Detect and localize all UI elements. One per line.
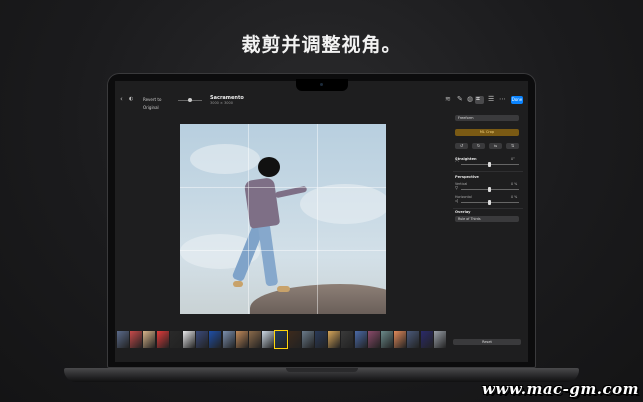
shoe [233,281,243,287]
divider [453,208,523,209]
vertical-value: 0 % [511,182,518,186]
photo-canvas[interactable] [180,124,386,314]
rotate-left-icon[interactable]: ↺ [455,143,468,149]
cloud [190,144,260,174]
shoe [277,286,290,292]
rock [250,284,386,314]
filmstrip-thumbnail[interactable] [274,330,289,349]
filmstrip [117,330,449,349]
chevron-left-icon[interactable]: ‹ [120,96,123,103]
filmstrip-thumbnail[interactable] [156,331,169,348]
filmstrip-thumbnail[interactable] [381,331,393,348]
grid-line [248,124,249,314]
filmstrip-thumbnail[interactable] [420,331,433,348]
filmstrip-thumbnail[interactable] [249,331,261,348]
more-icon[interactable]: ⋯ [499,96,506,103]
horizontal-slider[interactable] [461,200,519,205]
zoom-slider[interactable] [178,98,202,102]
horizontal-value: 0 % [511,195,518,199]
slider-knob[interactable] [488,200,491,205]
cloud [300,184,386,224]
file-dimensions: 3000 × 3000 [210,101,233,105]
crop-tool-button[interactable]: ⌗ [475,96,484,104]
slider-knob[interactable] [488,162,491,167]
overlay-label: Overlay [455,210,471,214]
toolbar: ‹ ◐ Revert to Original Sacramento 3000 ×… [115,93,528,110]
vertical-slider[interactable] [461,187,519,192]
crop-panel: Freeform ML Crop ↺ ↻ ⇋ ⇅ Straighten 0° ⌒… [453,115,523,347]
filmstrip-thumbnail[interactable] [433,331,446,348]
compare-icon[interactable]: ◐ [129,96,133,103]
straighten-icon: ⌒ [455,160,459,165]
filmstrip-thumbnail[interactable] [301,331,314,348]
auto-crop-button[interactable]: ML Crop [455,129,519,136]
crop-icon: ⌗ [476,95,480,103]
app-window: ‹ ◐ Revert to Original Sacramento 3000 ×… [115,81,528,362]
flip-vertical-icon[interactable]: ⇅ [506,143,519,149]
divider [453,171,523,172]
person-head [258,157,280,177]
adjust-icon[interactable]: ≋ [445,96,451,103]
person-leg [257,223,279,287]
grid-line [317,124,318,314]
filmstrip-thumbnail[interactable] [222,331,235,348]
camera-notch [296,79,348,91]
markup-icon[interactable]: ☰ [488,96,494,103]
filter-icon[interactable]: ◍ [467,96,473,103]
grid-line [180,187,386,188]
filmstrip-thumbnail[interactable] [143,331,156,348]
rotate-right-icon[interactable]: ↻ [472,143,485,149]
straighten-value: 0° [511,157,515,161]
filmstrip-thumbnail[interactable] [130,331,143,348]
horizontal-perspective-icon: ◁ [455,198,459,203]
filmstrip-thumbnail[interactable] [394,331,407,348]
grid-line [180,250,386,251]
filmstrip-thumbnail[interactable] [235,331,248,348]
done-button[interactable]: Done [511,96,523,104]
site-watermark: www.mac-gm.com [482,380,639,398]
filmstrip-thumbnail[interactable] [328,331,341,348]
retouch-icon[interactable]: ✎ [457,96,463,103]
filmstrip-thumbnail[interactable] [315,331,327,348]
filmstrip-thumbnail[interactable] [354,331,367,348]
flip-horizontal-icon[interactable]: ⇋ [489,143,502,149]
laptop-groove [286,368,358,372]
filmstrip-thumbnail[interactable] [169,331,182,348]
straighten-slider[interactable] [461,162,519,167]
revert-to-original-button[interactable]: Revert to Original [143,96,175,110]
camera-icon [320,83,323,86]
aspect-ratio-select[interactable]: Freeform [455,115,519,121]
reset-button[interactable]: Reset [453,339,521,345]
perspective-label: Perspective [455,175,479,179]
slider-knob[interactable] [488,187,491,192]
marketing-headline: 裁剪并调整视角。 [241,34,402,56]
filmstrip-thumbnail[interactable] [288,331,301,348]
filmstrip-thumbnail[interactable] [209,331,222,348]
person-body [243,177,281,229]
filmstrip-thumbnail[interactable] [183,331,195,348]
vertical-perspective-icon: ▽ [455,185,459,190]
filmstrip-thumbnail[interactable] [341,331,354,348]
filmstrip-thumbnail[interactable] [367,331,380,348]
filmstrip-thumbnail[interactable] [196,331,209,348]
filmstrip-thumbnail[interactable] [407,331,420,348]
filmstrip-thumbnail[interactable] [262,331,275,348]
filmstrip-thumbnail[interactable] [117,331,129,348]
overlay-select[interactable]: Rule of Thirds [455,216,519,222]
orientation-buttons: ↺ ↻ ⇋ ⇅ [455,143,519,149]
